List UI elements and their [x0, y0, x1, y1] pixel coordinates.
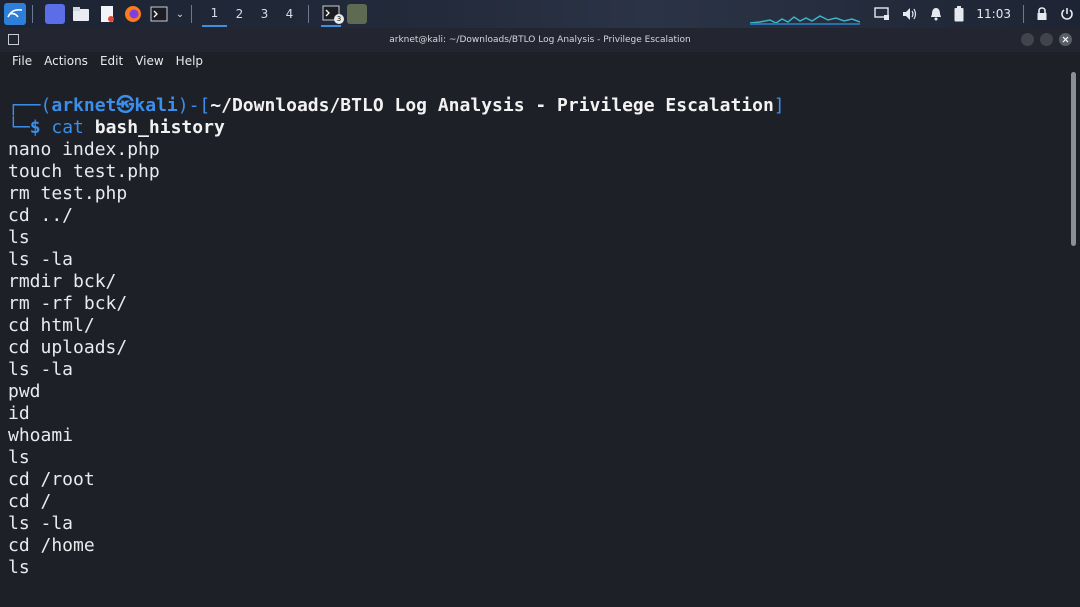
file-manager-icon[interactable] [71, 4, 91, 24]
network-graph [750, 3, 861, 25]
output-line: whoami [8, 425, 74, 446]
output-line: touch test.php [8, 161, 160, 182]
taskbar-separator [32, 5, 33, 23]
prompt-line-1: ┌──(arknet㉿kali)-[~/Downloads/BTLO Log A… [8, 95, 785, 117]
output-line: id [8, 403, 30, 424]
prompt-box-bottom-left: └─ [8, 117, 30, 138]
battery-icon[interactable] [954, 6, 964, 22]
prompt-box-top-left: ┌──( [8, 95, 52, 116]
menu-view[interactable]: View [135, 54, 163, 68]
command-argument: bash_history [94, 117, 225, 138]
window-titlebar[interactable]: arknet@kali: ~/Downloads/BTLO Log Analys… [0, 28, 1080, 52]
terminal-scrollbar[interactable] [1071, 72, 1076, 246]
window-title: arknet@kali: ~/Downloads/BTLO Log Analys… [389, 35, 691, 45]
menu-help[interactable]: Help [176, 54, 203, 68]
clock[interactable]: 11:03 [976, 7, 1011, 21]
output-line: ls -la [8, 249, 74, 270]
output-line: rmdir bck/ [8, 271, 117, 292]
output-line: cd /root [8, 469, 95, 490]
terminal-window-icon[interactable] [8, 34, 19, 45]
terminal-output-area[interactable]: ┌──(arknet㉿kali)-[~/Downloads/BTLO Log A… [0, 72, 1068, 607]
prompt-box-end: ] [773, 95, 785, 116]
command-name: cat [51, 117, 84, 138]
system-tray: 11:03 [750, 0, 1080, 28]
prompt-line-2: └─$ cat bash_history [8, 117, 225, 139]
taskbar-separator [1023, 5, 1024, 23]
menu-file[interactable]: File [12, 54, 32, 68]
show-desktop-icon[interactable] [45, 4, 65, 24]
output-line: cd / [8, 491, 52, 512]
menubar: File Actions Edit View Help [0, 52, 1080, 70]
firefox-icon[interactable] [123, 4, 143, 24]
output-line: ls [8, 227, 30, 248]
chevron-down-icon[interactable]: ⌄ [175, 4, 185, 24]
output-line: cd uploads/ [8, 337, 128, 358]
minimize-button[interactable] [1021, 33, 1034, 46]
taskbar: ⌄ 1 2 3 4 3 11:03 [0, 0, 1080, 28]
prompt-box-mid: )-[ [177, 95, 211, 116]
workspace-3[interactable]: 3 [252, 1, 277, 27]
output-line: pwd [8, 381, 41, 402]
text-editor-icon[interactable] [97, 4, 117, 24]
prompt-user: arknet [51, 95, 117, 116]
output-line: ls [8, 447, 30, 468]
prompt-at-symbol: ㉿ [116, 95, 135, 116]
menu-edit[interactable]: Edit [100, 54, 123, 68]
prompt-host: kali [134, 95, 178, 116]
display-icon[interactable] [874, 7, 890, 21]
output-line: ls -la [8, 359, 74, 380]
output-line: ls [8, 557, 30, 578]
menu-actions[interactable]: Actions [44, 54, 88, 68]
output-line: cd html/ [8, 315, 95, 336]
image-task-icon[interactable] [347, 4, 367, 24]
power-icon[interactable] [1060, 7, 1074, 21]
maximize-button[interactable] [1040, 33, 1053, 46]
workspace-4[interactable]: 4 [277, 1, 302, 27]
workspace-switcher: 1 2 3 4 [202, 1, 302, 27]
prompt-dollar: $ [29, 117, 41, 138]
output-line: ls -la [8, 513, 74, 534]
taskbar-separator [191, 5, 192, 23]
output-line: nano index.php [8, 139, 160, 160]
taskbar-separator [308, 5, 309, 23]
output-line: rm test.php [8, 183, 128, 204]
volume-icon[interactable] [902, 7, 918, 21]
kali-menu-icon[interactable] [4, 3, 26, 25]
workspace-2[interactable]: 2 [227, 1, 252, 27]
output-line: cd /home [8, 535, 95, 556]
notification-bell-icon[interactable] [930, 7, 942, 21]
output-line: rm -rf bck/ [8, 293, 128, 314]
output-line: cd ../ [8, 205, 74, 226]
workspace-1[interactable]: 1 [202, 1, 227, 27]
window-controls [1021, 33, 1072, 46]
terminal-icon[interactable] [149, 4, 169, 24]
lock-icon[interactable] [1036, 7, 1048, 21]
close-button[interactable] [1059, 33, 1072, 46]
terminal-task-icon[interactable]: 3 [321, 1, 344, 27]
prompt-path: ~/Downloads/BTLO Log Analysis - Privileg… [210, 95, 774, 116]
terminal-window-count-badge: 3 [334, 14, 344, 24]
